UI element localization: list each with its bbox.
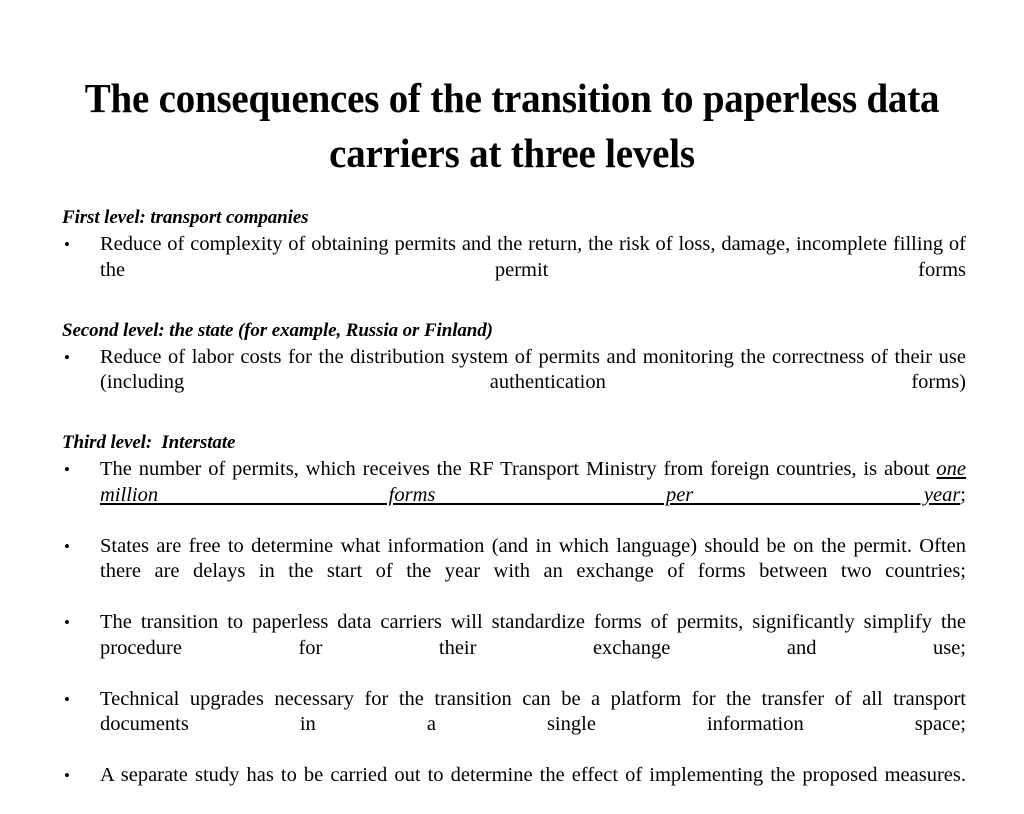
list-item-text: Reduce of labor costs for the distributi…: [100, 345, 966, 394]
list-item: • The transition to paperless data carri…: [62, 610, 966, 687]
bullet-list-first-level: • Reduce of complexity of obtaining perm…: [62, 232, 966, 309]
section-second-level: Second level: the state (for example, Ru…: [62, 318, 966, 422]
bullet-point-icon: •: [64, 689, 70, 709]
list-item: • Technical upgrades necessary for the t…: [62, 687, 966, 764]
list-item: • Reduce of complexity of obtaining perm…: [62, 232, 966, 309]
section-heading-third-level: Third level: Interstate: [62, 432, 236, 453]
slide-body: First level: transport companies • Reduc…: [62, 205, 966, 814]
section-heading-second-level: Second level: the state (for example, Ru…: [62, 319, 493, 341]
list-item-text-tail: ;: [960, 483, 966, 506]
list-item-text: Technical upgrades necessary for the tra…: [100, 687, 966, 736]
slide: The consequences of the transition to pa…: [0, 0, 1024, 786]
bullet-point-icon: •: [64, 235, 70, 254]
bullet-list-third-level: • The number of permits, which receives …: [62, 457, 966, 814]
list-item: • Reduce of labor costs for the distribu…: [62, 345, 966, 422]
bullet-point-icon: •: [64, 460, 70, 479]
list-item-text: Reduce of complexity of obtaining permit…: [100, 233, 966, 281]
list-item-text: A separate study has to be carried out t…: [100, 764, 966, 786]
list-item: • States are free to determine what info…: [62, 534, 966, 611]
page-title: The consequences of the transition to pa…: [84, 75, 940, 177]
list-item-text: States are free to determine what inform…: [100, 534, 966, 583]
list-item: • The number of permits, which receives …: [62, 457, 966, 534]
list-item-text-lead: The number of permits, which receives th…: [100, 458, 937, 480]
list-item-text: The transition to paperless data carrier…: [100, 611, 966, 659]
bullet-point-icon: •: [64, 347, 70, 367]
list-item-text: The number of permits, which receives th…: [100, 457, 966, 534]
bullet-point-icon: •: [64, 766, 70, 785]
bullet-point-icon: •: [64, 536, 70, 556]
bullet-list-second-level: • Reduce of labor costs for the distribu…: [62, 345, 966, 422]
bullet-point-icon: •: [64, 613, 70, 632]
section-heading-first-level: First level: transport companies: [62, 207, 309, 228]
list-item: • A separate study has to be carried out…: [62, 763, 966, 814]
section-third-level: Third level: Interstate • The number of …: [62, 430, 966, 814]
section-first-level: First level: transport companies • Reduc…: [62, 205, 966, 309]
